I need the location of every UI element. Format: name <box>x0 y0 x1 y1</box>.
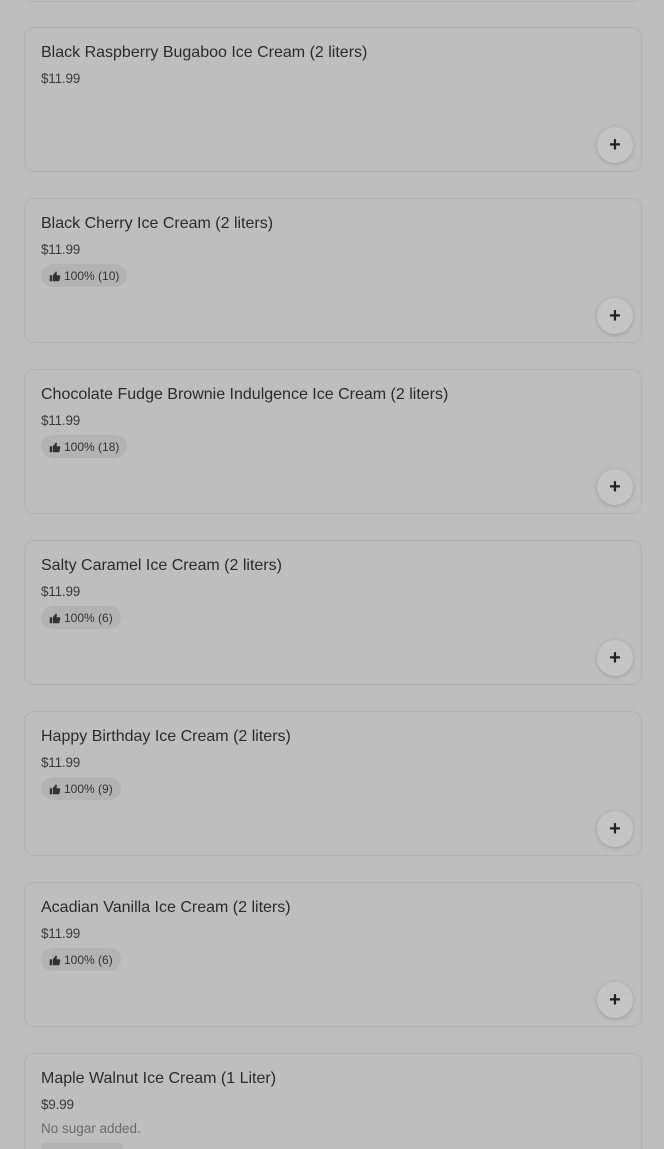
plus-icon: + <box>609 988 621 1011</box>
menu-item-price: $11.99 <box>41 584 81 599</box>
add-to-cart-button[interactable]: + <box>597 298 633 334</box>
menu-item-price: $11.99 <box>41 755 81 770</box>
rating-text: 100% (6) <box>64 610 113 625</box>
menu-item-name: Happy Birthday Ice Cream (2 liters) <box>41 728 291 745</box>
add-to-cart-button[interactable]: + <box>597 127 633 163</box>
rating-badge <box>41 1143 123 1149</box>
menu-item-name: Acadian Vanilla Ice Cream (2 liters) <box>41 899 291 916</box>
menu-item-name: Chocolate Fudge Brownie Indulgence Ice C… <box>41 386 449 403</box>
menu-item-description: No sugar added. <box>41 1121 141 1136</box>
add-to-cart-button[interactable]: + <box>597 640 633 676</box>
thumbs-up-icon <box>49 784 61 794</box>
menu-item-card[interactable]: Maple Walnut Ice Cream (1 Liter) $9.99 N… <box>24 1053 642 1149</box>
plus-icon: + <box>609 133 621 156</box>
menu-item-card[interactable]: Chocolate Fudge Brownie Indulgence Ice C… <box>24 369 642 514</box>
plus-icon: + <box>609 475 621 498</box>
menu-item-card-partial[interactable] <box>24 0 642 2</box>
rating-badge: 100% (6) <box>41 606 121 629</box>
menu-item-list: Black Raspberry Bugaboo Ice Cream (2 lit… <box>0 0 664 1149</box>
rating-badge: 100% (10) <box>41 264 128 287</box>
rating-badge: 100% (6) <box>41 948 121 971</box>
menu-item-price: $11.99 <box>41 413 81 428</box>
menu-item-price: $11.99 <box>41 242 81 257</box>
menu-item-card[interactable]: Black Cherry Ice Cream (2 liters) $11.99… <box>24 198 642 343</box>
add-to-cart-button[interactable]: + <box>597 982 633 1018</box>
add-to-cart-button[interactable]: + <box>597 811 633 847</box>
plus-icon: + <box>609 304 621 327</box>
menu-item-price: $11.99 <box>41 926 81 941</box>
menu-item-name: Salty Caramel Ice Cream (2 liters) <box>41 557 282 574</box>
rating-badge: 100% (18) <box>41 435 128 458</box>
menu-item-card[interactable]: Acadian Vanilla Ice Cream (2 liters) $11… <box>24 882 642 1027</box>
menu-item-name: Black Cherry Ice Cream (2 liters) <box>41 215 274 232</box>
rating-badge: 100% (9) <box>41 777 121 800</box>
thumbs-up-icon <box>49 955 61 965</box>
menu-item-name: Black Raspberry Bugaboo Ice Cream (2 lit… <box>41 44 368 61</box>
menu-item-card[interactable]: Black Raspberry Bugaboo Ice Cream (2 lit… <box>24 27 642 172</box>
menu-item-name: Maple Walnut Ice Cream (1 Liter) <box>41 1070 277 1087</box>
menu-item-card[interactable]: Salty Caramel Ice Cream (2 liters) $11.9… <box>24 540 642 685</box>
rating-text: 100% (6) <box>64 952 113 967</box>
thumbs-up-icon <box>49 613 61 623</box>
thumbs-up-icon <box>49 271 61 281</box>
thumbs-up-icon <box>49 442 61 452</box>
add-to-cart-button[interactable]: + <box>597 469 633 505</box>
menu-item-price: $11.99 <box>41 71 81 86</box>
rating-text: 100% (10) <box>64 268 120 283</box>
menu-item-card[interactable]: Happy Birthday Ice Cream (2 liters) $11.… <box>24 711 642 856</box>
menu-item-price: $9.99 <box>41 1097 74 1112</box>
plus-icon: + <box>609 646 621 669</box>
rating-text: 100% (9) <box>64 781 113 796</box>
plus-icon: + <box>609 817 621 840</box>
rating-text: 100% (18) <box>64 439 120 454</box>
